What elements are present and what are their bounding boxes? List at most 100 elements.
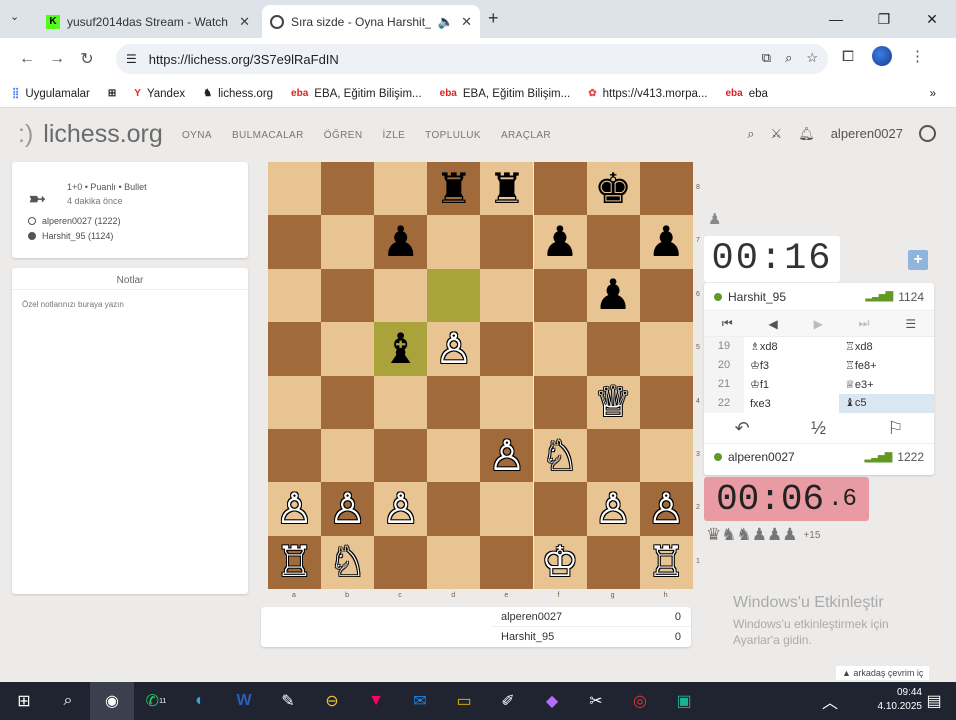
back-button[interactable]: ← (12, 50, 42, 68)
chess-board[interactable]: ♜ ♜ ♚ ♟ ♟ ♟ ♟ ♝ ♙ ♕ ♙ ♘ ♙ ♙ ♙ ♙ ♙ ♖ ♘ ♔ ♖ a b c d e f g h 8 7 6 5 4 3 2 1 (268, 162, 700, 599)
piece-b1[interactable]: ♘ (321, 536, 374, 589)
piece-f3[interactable]: ♘ (534, 429, 587, 482)
square-e7[interactable] (480, 215, 534, 269)
bell-icon[interactable]: 🔔︎ (798, 126, 815, 142)
square-e6[interactable] (480, 268, 534, 323)
piece-g6[interactable]: ♟ (587, 269, 640, 322)
app-icon[interactable]: ⊖ (310, 682, 354, 720)
square-c1[interactable] (374, 535, 428, 590)
site-logo[interactable]: :) lichess.org (18, 120, 163, 149)
nav-community[interactable]: TOPLULUK (425, 130, 481, 141)
chrome-alt-icon[interactable]: ◎ (618, 682, 662, 720)
piece-a1[interactable]: ♖ (268, 536, 321, 589)
square-f4[interactable] (533, 375, 587, 429)
piece-f7[interactable]: ♟ (534, 215, 587, 268)
nav-tools[interactable]: ARAÇLAR (501, 130, 551, 141)
player-row[interactable]: alperen0027 ▂▃▅▇ 1222 (704, 443, 934, 470)
square-f6[interactable] (533, 268, 587, 323)
black-move[interactable]: ♕e3+ (839, 378, 934, 391)
pen-icon[interactable]: ✎ (266, 682, 310, 720)
square-a6[interactable] (268, 268, 321, 323)
minimize-button[interactable]: — (812, 0, 860, 38)
close-tab-icon[interactable]: ✕ (239, 14, 250, 30)
nav-puzzles[interactable]: BULMACALAR (232, 130, 304, 141)
square-d7[interactable] (427, 215, 481, 269)
bookmark-star-icon[interactable]: ☆ (806, 50, 818, 66)
bookmark-morpa[interactable]: ✿ https://v413.morpa... (588, 88, 707, 100)
paint-icon[interactable]: ✐ (486, 682, 530, 720)
nav-watch[interactable]: İZLE (382, 130, 405, 141)
give-time-button[interactable]: + (908, 250, 928, 270)
square-g7[interactable] (586, 215, 640, 269)
square-c4[interactable] (374, 375, 428, 429)
piece-c2[interactable]: ♙ (374, 482, 427, 535)
square-h8[interactable] (639, 162, 693, 216)
notes-textarea[interactable] (12, 290, 248, 580)
square-c3[interactable] (374, 429, 428, 483)
square-d1[interactable] (427, 535, 481, 590)
square-b8[interactable] (321, 162, 375, 216)
piece-g8[interactable]: ♚ (587, 162, 640, 215)
square-f5[interactable] (533, 322, 587, 376)
first-move-icon[interactable]: ⏮ (722, 316, 733, 331)
search-icon[interactable]: ⌕ (747, 126, 754, 142)
next-move-icon[interactable]: ▶ (814, 317, 823, 331)
copilot-icon[interactable]: ◆ (530, 682, 574, 720)
piece-c7[interactable]: ♟ (374, 215, 427, 268)
piece-d8[interactable]: ♜ (427, 162, 480, 215)
bookmark-grid[interactable]: ⊞ (108, 88, 116, 99)
square-h6[interactable] (639, 268, 693, 323)
reload-button[interactable]: ↻ (72, 49, 102, 69)
square-e4[interactable] (480, 375, 534, 429)
chrome-icon[interactable]: ◉ (90, 682, 134, 720)
outlook-icon[interactable]: ✉ (398, 682, 442, 720)
square-f8[interactable] (533, 162, 587, 216)
piece-g4[interactable]: ♕ (587, 376, 640, 429)
square-e2[interactable] (480, 482, 534, 536)
square-a5[interactable] (268, 322, 321, 376)
swords-icon[interactable]: ⚔ (771, 126, 783, 142)
square-b7[interactable] (321, 215, 375, 269)
white-move[interactable]: ♗xd8 (744, 340, 839, 353)
white-move[interactable]: fxe3 (744, 398, 839, 410)
piece-h2[interactable]: ♙ (640, 482, 693, 535)
browser-tab-stream[interactable]: K yusuf2014das Stream - Watch L ✕ (38, 5, 258, 38)
snipping-icon[interactable]: ✂ (574, 682, 618, 720)
last-move-icon[interactable]: ⏭ (859, 316, 870, 331)
square-f2[interactable] (533, 482, 587, 536)
square-b5[interactable] (321, 322, 375, 376)
square-h4[interactable] (639, 375, 693, 429)
close-window-button[interactable]: ✕ (908, 0, 956, 38)
friends-online-bar[interactable]: ▲ arkadaş çevrim iç (836, 666, 930, 680)
white-player-row[interactable]: alperen0027 (1222) (28, 216, 121, 226)
piece-f1[interactable]: ♔ (534, 536, 587, 589)
site-info-icon[interactable]: ☰ (126, 52, 137, 66)
piece-e3[interactable]: ♙ (480, 429, 533, 482)
offer-draw-button[interactable]: ½ (811, 418, 826, 439)
file-explorer-icon[interactable]: ▭ (442, 682, 486, 720)
piece-c5[interactable]: ♝ (374, 322, 427, 375)
square-a8[interactable] (268, 162, 321, 216)
windows-start-icon[interactable]: ⊞ (2, 682, 46, 720)
edge-icon[interactable]: ◐ (178, 682, 222, 720)
square-d6[interactable] (427, 268, 481, 323)
square-a7[interactable] (268, 215, 321, 269)
notification-icon[interactable]: ▤ (912, 682, 956, 720)
maximize-button[interactable]: ❐ (860, 0, 908, 38)
black-move[interactable]: ♖fe8+ (839, 359, 934, 372)
bookmark-lichess[interactable]: ♞ lichess.org (203, 88, 273, 100)
black-move[interactable]: ♝c5 (839, 394, 934, 413)
username-link[interactable]: alperen0027 (831, 126, 903, 141)
piece-b2[interactable]: ♙ (321, 482, 374, 535)
extensions-icon[interactable]: ⧠ (842, 48, 854, 65)
square-b3[interactable] (321, 429, 375, 483)
close-tab-icon[interactable]: ✕ (461, 14, 472, 30)
search-icon[interactable]: ⌕ (46, 682, 90, 720)
install-app-icon[interactable]: ⧉ (762, 50, 771, 66)
square-e5[interactable] (480, 322, 534, 376)
bookmark-eba-3[interactable]: eba eba (725, 88, 767, 100)
crosstable-row[interactable]: alperen0027 0 (491, 607, 691, 627)
zoom-icon[interactable]: ⌕ (785, 50, 792, 66)
menu-kebab-icon[interactable]: ⋮ (910, 47, 925, 65)
square-d3[interactable] (427, 429, 481, 483)
